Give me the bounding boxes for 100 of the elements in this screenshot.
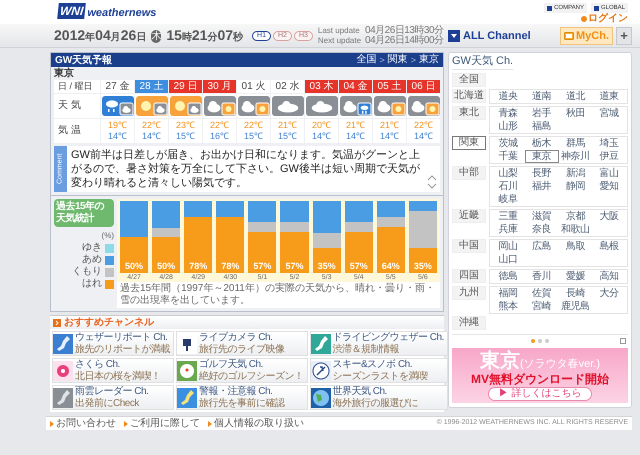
channel-link[interactable]: 雨雲レーダー Ch. 出発前にCheck [52,385,174,410]
prefecture-link[interactable]: 埼玉 [592,137,626,150]
prefecture-link[interactable]: 富山 [592,167,626,180]
channel-link[interactable]: さくら Ch. 北日本の桜を満喫！ [52,358,174,383]
prefecture-link[interactable]: 滋賀 [524,210,558,223]
breadcrumb-link[interactable]: 全国 [356,54,376,66]
region-button[interactable]: 九州 [452,286,486,300]
channel-link[interactable]: ウェザーリポート Ch. 旅先のリポートが満載 [52,331,174,356]
prefecture-link[interactable]: 宮城 [592,107,626,120]
channel-link[interactable]: ドライビングウェザー Ch. 渋滞＆規制情報 [310,331,448,356]
region-button[interactable]: 中部 [452,166,486,180]
prefecture-link[interactable]: 高知 [592,270,626,283]
low-temperature: 14℃ [312,131,331,142]
chevron-down-icon[interactable] [427,183,437,189]
prefecture-link[interactable]: 道東 [592,90,626,103]
prefecture-link[interactable]: 福島 [524,120,558,133]
note-text: 過去15年間（1997年～2011年）の実際の天気から、晴れ・曇り・雨・雪の出現率を出しています。 [117,282,440,308]
all-channel-button[interactable]: ALL Channel [448,28,531,44]
prefecture-link[interactable]: 長野 [524,167,558,180]
high-temperature: 22℃ [414,120,433,131]
logo-mark[interactable]: WNI [57,3,86,19]
prefecture-link[interactable]: 秋田 [558,107,592,120]
prefecture-link[interactable]: 大阪 [592,210,626,223]
footer-link[interactable]: 個人情報の取り扱い [208,416,304,431]
region-button[interactable]: 四国 [452,269,486,283]
prefecture-link[interactable]: 兵庫 [491,223,525,236]
high-temperature: 21℃ [346,120,365,131]
prefecture-link[interactable]: 道南 [524,90,558,103]
prefecture-link[interactable]: 山梨 [491,167,525,180]
prefecture-link[interactable]: 和歌山 [558,223,592,236]
chevron-up-icon[interactable] [427,175,437,181]
row-label: 日 / 曜日 [54,80,100,93]
value-label: 35% [412,261,433,271]
logo-text[interactable]: weathernews [87,7,156,19]
prefecture-link[interactable]: 徳島 [491,270,525,283]
prefecture-link[interactable]: 石川 [491,180,525,193]
prefecture-link[interactable]: 広島 [524,240,558,253]
prefecture-link[interactable]: 伊豆 [592,150,626,163]
prefecture-link[interactable]: 東京 [524,150,558,163]
prefecture-link[interactable]: 三重 [491,210,525,223]
prefecture-link[interactable]: 長崎 [558,287,592,300]
panel-title: GW天気予報 [55,54,112,67]
channel-link[interactable]: 世界天気 Ch. 海外旅行の服選びに [310,385,448,410]
prefecture-link[interactable]: 愛媛 [558,270,592,283]
region-button[interactable]: 東北 [452,106,486,120]
prefecture-link[interactable]: 宮崎 [524,300,558,313]
breadcrumb-link[interactable]: 東京 [419,54,439,66]
weekday-badge: 木 [151,30,162,42]
prefecture-link[interactable]: 栃木 [524,137,558,150]
region-button[interactable]: 中国 [452,239,486,253]
prefecture-link[interactable]: 福井 [524,180,558,193]
value-label: 78% [220,261,240,271]
prefecture-link[interactable]: 山口 [491,253,525,266]
region-button[interactable]: 北海道 [452,89,486,103]
prefecture-link[interactable]: 奈良 [524,223,558,236]
day-header: 05 土 [373,80,406,93]
prefecture-link[interactable]: 岐阜 [491,193,525,206]
prefecture-link[interactable]: 茨城 [491,137,525,150]
region-button[interactable]: 全国 [452,73,486,87]
prefecture-link[interactable]: 神奈川 [558,150,592,163]
day-header: 02 水 [271,80,304,93]
region-button[interactable]: 沖縄 [452,316,486,330]
prefecture-link[interactable]: 京都 [558,210,592,223]
prefecture-link[interactable]: 青森 [491,107,525,120]
footer-link[interactable]: ご利用に際して [124,416,200,431]
high-temperature: 20℃ [312,120,331,131]
expand-icon[interactable] [620,338,626,344]
channel-link[interactable]: 警報・注意報 Ch. 旅行先を事前に確認 [176,385,308,410]
footer-link[interactable]: お問い合わせ [50,416,116,431]
prefecture-link[interactable]: 佐賀 [524,287,558,300]
prefecture-link[interactable]: 福岡 [491,287,525,300]
region-button[interactable]: 近畿 [452,209,486,223]
prefecture-link[interactable]: 大分 [592,287,626,300]
prefecture-link[interactable]: 岡山 [491,240,525,253]
channel-link[interactable]: スキー&スノボ Ch. シーズンラストを満喫 [310,358,448,383]
prefecture-link[interactable]: 鹿児島 [558,300,592,313]
region-button[interactable]: 関東 [452,136,486,150]
prefecture-link[interactable]: 道北 [558,90,592,103]
high-temperature: 21℃ [380,120,399,131]
prefecture-link[interactable]: 熊本 [491,300,525,313]
breadcrumb-link[interactable]: 関東 [388,54,408,66]
prefecture-link[interactable]: 静岡 [558,180,592,193]
prefecture-link[interactable]: 愛知 [592,180,626,193]
banner-button[interactable]: ▶ 詳しくはこちら [488,387,592,401]
prefecture-link[interactable]: 島根 [592,240,626,253]
value-label: 35% [316,261,337,271]
prefecture-link[interactable]: 山形 [491,120,525,133]
prefecture-link[interactable]: 岩手 [524,107,558,120]
prefecture-link[interactable]: 道央 [491,90,525,103]
add-button[interactable]: + [616,27,632,45]
prefecture-link[interactable]: 香川 [524,270,558,283]
channel-link[interactable]: ライブカメラ Ch. 旅行先のライブ映像 [176,331,308,356]
day-header: 06 日 [407,80,440,93]
prefecture-link[interactable]: 群馬 [558,137,592,150]
channel-link[interactable]: ゴルフ天気 Ch. 絶好のゴルフシーズン！ [176,358,308,383]
prefecture-link[interactable]: 千葉 [491,150,525,163]
banner[interactable]: 東京(ソラウタ春ver.) MV無料ダウンロード開始 ▶ 詳しくはこちら [452,348,628,403]
prefecture-link[interactable]: 鳥取 [558,240,592,253]
prefecture-link[interactable]: 新潟 [558,167,592,180]
dropdown-icon[interactable] [448,30,460,42]
